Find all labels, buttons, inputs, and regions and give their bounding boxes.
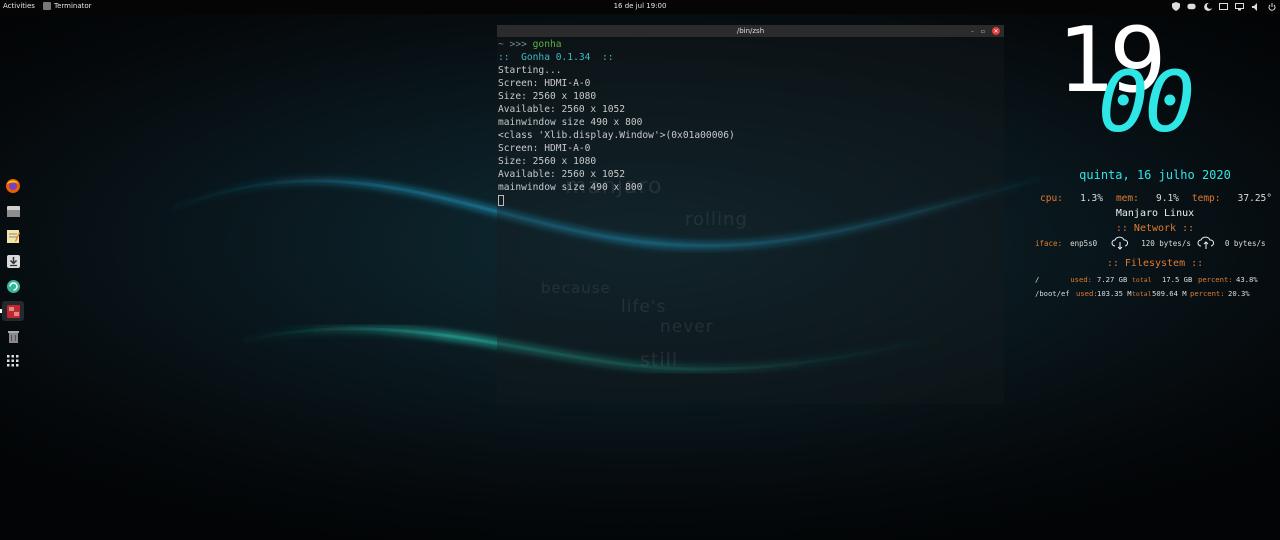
fs-percent: 20.3%	[1228, 289, 1250, 298]
trash-icon	[7, 330, 19, 343]
dock	[0, 176, 26, 371]
app-menu-label: Terminator	[54, 2, 92, 10]
dock-text-editor[interactable]	[2, 226, 24, 246]
dock-downloader[interactable]	[2, 251, 24, 271]
dock-terminator[interactable]	[0, 301, 24, 321]
prompt-line: ~ >>> gonha	[498, 38, 1003, 51]
mem-value: 9.1%	[1156, 193, 1179, 204]
download-icon	[6, 254, 20, 268]
terminal-output[interactable]: ~ >>> gonha:: Gonha 0.1.34 :: Starting...…	[497, 37, 1004, 208]
dock-show-applications[interactable]	[2, 351, 24, 371]
night-light-icon[interactable]	[1203, 2, 1212, 11]
close-icon[interactable]: ✕	[992, 27, 1000, 35]
mem-label: mem:	[1115, 193, 1139, 204]
app-grid-icon	[7, 355, 19, 367]
gonha-banner: :: Gonha 0.1.34 ::	[498, 52, 614, 63]
upload-rate: 0 bytes/s	[1224, 238, 1266, 248]
fs-mount: /	[1035, 275, 1040, 284]
text-cursor	[498, 194, 504, 206]
filesystem-row: /boot/ef used: 103.35 M total 509.64 M p…	[1035, 289, 1280, 298]
terminator-icon	[6, 304, 20, 318]
filesystem-row: / used: 7.27 GB total 17.5 GB percent: 4…	[1035, 275, 1280, 284]
fs-used-label: used:	[1076, 289, 1098, 298]
output-line: mainwindow size 490 x 800	[498, 117, 643, 128]
terminal-titlebar[interactable]: /bin/zsh – ▫ ✕	[497, 25, 1004, 37]
gamepad-icon[interactable]	[1187, 2, 1196, 11]
text-editor-icon	[7, 229, 20, 243]
fs-total-label: total	[1132, 289, 1152, 298]
fs-total: 509.64 M	[1152, 289, 1187, 298]
output-line: Available: 2560 x 1052	[498, 104, 626, 115]
download-rate: 120 bytes/s	[1141, 238, 1191, 248]
activities-button[interactable]: Activities	[3, 2, 35, 10]
cloud-download-icon	[1111, 236, 1129, 250]
fs-used-label: used:	[1070, 275, 1092, 284]
prompt: ~ >>>	[498, 39, 533, 50]
fs-percent-label: percent:	[1190, 289, 1225, 298]
files-icon	[6, 205, 20, 217]
command: gonha	[532, 39, 562, 50]
fs-used: 7.27 GB	[1097, 275, 1128, 284]
output-line: Size: 2560 x 1080	[498, 156, 597, 167]
dock-files[interactable]	[2, 201, 24, 221]
network-icon[interactable]	[1235, 2, 1244, 11]
terminator-icon	[43, 2, 51, 10]
cursor-line	[498, 194, 1003, 207]
output-line: Screen: HDMI-A-0	[498, 78, 591, 89]
system-tray[interactable]	[1171, 2, 1276, 11]
widget-date: quinta, 16 julho 2020	[1079, 168, 1231, 182]
iface-label: iface:	[1035, 238, 1063, 248]
output-line: Starting...	[498, 65, 562, 76]
fs-percent-label: percent:	[1198, 275, 1233, 284]
firefox-icon	[6, 179, 20, 193]
power-icon[interactable]	[1267, 2, 1276, 11]
dock-firefox[interactable]	[2, 176, 24, 196]
system-stats: cpu: 1.3% mem: 9.1% temp: 37.25°	[1030, 193, 1280, 204]
maximize-icon[interactable]: ▫	[981, 28, 985, 35]
filesystem-title: :: Filesystem ::	[1106, 258, 1204, 269]
network-title: :: Network ::	[1115, 223, 1195, 234]
minimize-icon[interactable]: –	[971, 28, 974, 35]
output-line: Screen: HDMI-A-0	[498, 143, 591, 154]
cpu-value: 1.3%	[1080, 193, 1103, 204]
os-name: Manjaro Linux	[1115, 208, 1195, 219]
terminal-title: /bin/zsh	[736, 27, 765, 35]
output-line: Available: 2560 x 1052	[498, 169, 626, 180]
software-update-icon	[6, 279, 20, 293]
cloud-upload-icon	[1197, 236, 1214, 249]
fs-total: 17.5 GB	[1162, 275, 1193, 284]
volume-icon[interactable]	[1251, 2, 1260, 11]
output-line: <class 'Xlib.display.Window'>(0x01a00006…	[498, 130, 735, 141]
temp-label: temp:	[1191, 193, 1221, 204]
fs-total-label: total	[1132, 275, 1152, 284]
window-icon[interactable]	[1219, 2, 1228, 11]
output-line: mainwindow size 490 x 800	[498, 182, 643, 193]
fs-used: 103.35 M	[1097, 289, 1132, 298]
fs-percent: 43.8%	[1236, 275, 1258, 284]
output-line: Size: 2560 x 1080	[498, 91, 597, 102]
temp-value: 37.25°	[1237, 193, 1272, 204]
terminal-window[interactable]: /bin/zsh – ▫ ✕ ~ >>> gonha:: Gonha 0.1.3…	[497, 25, 1004, 404]
dock-trash[interactable]	[2, 326, 24, 346]
clock-minute: 00	[1098, 53, 1195, 151]
shield-icon[interactable]	[1171, 2, 1180, 11]
cpu-label: cpu:	[1040, 193, 1063, 204]
app-menu[interactable]: Terminator	[43, 2, 92, 10]
clock-button[interactable]: 16 de jul 19:00	[614, 2, 667, 10]
iface-value: enp5s0	[1070, 238, 1098, 248]
network-row: iface: enp5s0 120 bytes/s 0 bytes/s	[1035, 236, 1280, 250]
dock-software-update[interactable]	[2, 276, 24, 296]
gonha-widget: 19 00 quinta, 16 julho 2020 cpu: 1.3% me…	[1030, 16, 1280, 312]
fs-mount: /boot/ef	[1035, 289, 1070, 298]
